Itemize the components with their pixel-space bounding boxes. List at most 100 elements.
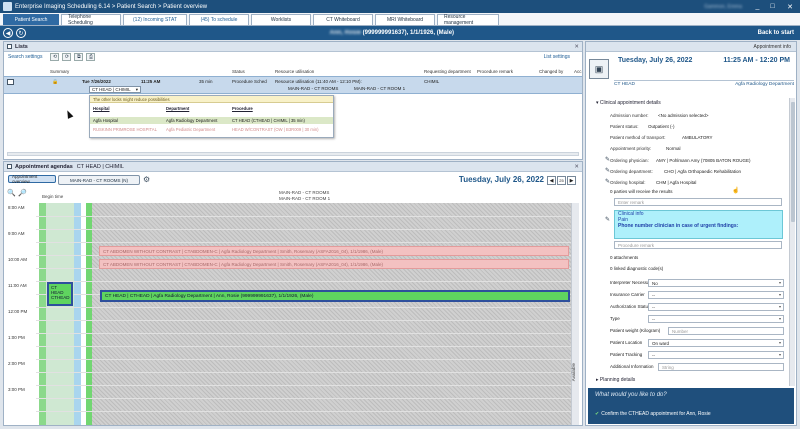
agenda-vertical-scrollbar[interactable] <box>571 203 579 425</box>
select-value: -- <box>652 352 655 358</box>
field-value: CHM | Agfa Hospital <box>656 180 697 185</box>
info-procedure: CT HEAD <box>614 82 635 87</box>
popup-option-1[interactable]: Agfa Hospital Agfa Radiology Department … <box>90 117 333 124</box>
popup-header-department: Department <box>166 106 190 111</box>
field-value: <No admission selected> <box>658 113 709 118</box>
col-resource-utilisation[interactable]: Resource utilisation <box>275 69 314 74</box>
gear-icon[interactable]: ⚙ <box>143 175 150 184</box>
ct-rooms-button[interactable]: MAIN-RAD - CT ROOMS (N) <box>58 175 140 185</box>
location-select[interactable]: On ward ▾ <box>648 339 784 347</box>
col-status[interactable]: Status <box>232 69 245 74</box>
blocked-area <box>92 203 571 425</box>
field-patient-status: Patient status: Outpatient (-) <box>610 124 675 129</box>
label-authorization: Authorization Status <box>610 304 651 309</box>
tab-to-schedule[interactable]: (45) To schedule <box>189 14 249 25</box>
proposed-slot-mini[interactable]: CT HEAD CTHEAD <box>47 282 73 306</box>
popup-option-2[interactable]: RUSKINN PRIMROSE HOSPITAL Agfa Pediatric… <box>90 126 333 133</box>
title-bar: Enterprise Imaging Scheduling 6.14 > Pat… <box>0 0 800 13</box>
field-value: AMBULATORY <box>682 135 713 140</box>
col-requesting-department[interactable]: Requesting department <box>424 69 471 74</box>
collapse-icon[interactable] <box>7 164 12 169</box>
tab-telephone-scheduling[interactable]: Telephone Scheduling <box>61 14 121 26</box>
agenda-header: Appointment agendas CT HEAD | CHIMIL ✕ <box>4 162 582 172</box>
chevron-down-icon: ▾ <box>778 304 781 309</box>
prev-day-icon[interactable]: ◀ <box>547 176 556 185</box>
type-select[interactable]: -- ▾ <box>648 315 784 323</box>
time-label: 12:00 PM <box>8 309 28 314</box>
minimize-button[interactable]: _ <box>750 0 765 13</box>
scrollbar-thumb[interactable] <box>791 102 795 222</box>
undo-icon[interactable]: ⟲ <box>50 53 60 61</box>
field-label: Ordering hospital: <box>610 180 646 185</box>
info-department: Agfa Radiology Department <box>735 82 794 87</box>
tracking-select[interactable]: -- ▾ <box>648 351 784 359</box>
col-acc[interactable]: Acc <box>574 69 582 74</box>
clinical-info-phone: Phone number clinician in case of urgent… <box>618 222 739 229</box>
interpreter-select[interactable]: No ▾ <box>648 279 784 287</box>
list-settings-link[interactable]: List settings <box>544 54 570 60</box>
enter-remark-input[interactable]: Enter remark <box>614 198 782 206</box>
authorization-select[interactable]: -- ▾ <box>648 303 784 311</box>
collapse-icon[interactable] <box>7 44 12 49</box>
popup-opt1-hospital: Agfa Hospital <box>93 118 118 123</box>
table-row[interactable]: 🔒 Tue 7/26/2022 11:25 AM 35 min Procedur… <box>4 76 582 94</box>
existing-appointment-2[interactable]: CT ABDOMEN WITHOUT CONTRAST | CTABDOMEN-… <box>99 259 569 269</box>
maximize-button[interactable]: □ <box>765 0 780 13</box>
zoom-out-icon[interactable]: 🔎 <box>18 189 27 197</box>
back-arrow-icon[interactable]: ◀ <box>3 28 13 38</box>
col-changed-by[interactable]: Changed by <box>539 69 563 74</box>
tab-bar: Patient Search Telephone Scheduling (12)… <box>0 13 800 26</box>
procedure-remark-input[interactable]: Procedure remark <box>614 241 782 249</box>
zoom-in-icon[interactable]: 🔍 <box>7 189 16 197</box>
resource-caption-2: MAIN-RAD - CT ROOM 1 <box>279 196 331 201</box>
insurance-select[interactable]: -- ▾ <box>648 291 784 299</box>
appointment-overview-button[interactable]: Appointment overview <box>8 174 56 184</box>
tab-ct-whiteboard[interactable]: CT Whiteboard <box>313 14 373 25</box>
proposed-appointment[interactable]: CT HEAD | CTHEAD | Agfa Radiology Depart… <box>100 290 570 302</box>
tab-worklists[interactable]: Worklists <box>251 14 311 25</box>
existing-appointment-1[interactable]: CT ABDOMEN WITHOUT CONTRAST | CTABDOMEN-… <box>99 246 569 256</box>
calendar-day-button[interactable]: 25 <box>557 176 566 185</box>
lock-icon: 🔒 <box>52 79 59 85</box>
time-label: 2:00 PM <box>8 361 25 366</box>
additional-info-input[interactable]: String <box>658 363 784 371</box>
weight-input[interactable]: Number <box>668 327 784 335</box>
chevron-down-icon: ▾ <box>135 87 138 92</box>
tab-resource-management[interactable]: Resource management <box>437 14 499 26</box>
time-label: 8:00 AM <box>8 205 25 210</box>
col-summary[interactable]: Summary <box>50 69 69 74</box>
input-placeholder: Number <box>672 328 689 334</box>
agenda-grid[interactable]: 8:00 AM 9:00 AM 10:00 AM 11:00 AM 12:00 … <box>6 203 580 425</box>
begin-time-caption: Begin time <box>42 194 64 199</box>
procedure-dropdown[interactable]: CT HEAD | CHIMIL ▾ <box>89 86 141 93</box>
close-button[interactable]: ✕ <box>780 0 800 13</box>
col-procedure-remark[interactable]: Procedure remark <box>477 69 513 74</box>
copy-icon[interactable]: ⧉ <box>74 53 84 61</box>
next-day-icon[interactable]: ▶ <box>567 176 576 185</box>
panel-close-icon[interactable]: ✕ <box>574 44 579 50</box>
chevron-down-icon: ▾ <box>778 340 781 345</box>
mini-code: CTHEAD <box>51 295 70 300</box>
tab-mri-whiteboard[interactable]: MRI Whiteboard <box>375 14 435 25</box>
horizontal-scrollbar[interactable] <box>7 152 579 156</box>
search-settings-link[interactable]: Search settings <box>8 54 42 60</box>
availability-column <box>39 203 46 425</box>
label-insurance: Insurance Carrier <box>610 292 645 297</box>
clinical-info-box[interactable]: Clinical info Pain Phone number clinicia… <box>614 210 783 239</box>
refresh-icon[interactable]: ↻ <box>16 28 26 38</box>
tab-patient-search[interactable]: Patient Search <box>3 14 59 25</box>
panel-close-icon[interactable]: ✕ <box>574 164 579 170</box>
section-clinical-details[interactable]: ▾ Clinical appointment details <box>596 100 661 106</box>
diag-codes-text[interactable]: 0 linked diagnostic code(s) <box>610 266 663 271</box>
section-planning-details[interactable]: ▸ Planning details <box>596 377 635 383</box>
redo-icon[interactable]: ⟳ <box>62 53 72 61</box>
print-icon[interactable]: ⎙ <box>86 53 96 61</box>
check-icon: ✔ <box>595 411 600 417</box>
window-title: Enterprise Imaging Scheduling 6.14 > Pat… <box>15 3 208 10</box>
confirm-appointment-action[interactable]: ✔ Confirm the CTHEAD appointment for Ann,… <box>595 411 711 417</box>
back-to-start-button[interactable]: Back to start <box>758 30 794 36</box>
edit-pencil-icon[interactable]: ✎ <box>605 216 610 223</box>
info-scrollbar[interactable] <box>789 98 795 386</box>
tab-incoming-stat[interactable]: (12) Incoming STAT <box>123 14 187 25</box>
attachments-text[interactable]: 0 attachments <box>610 255 638 260</box>
